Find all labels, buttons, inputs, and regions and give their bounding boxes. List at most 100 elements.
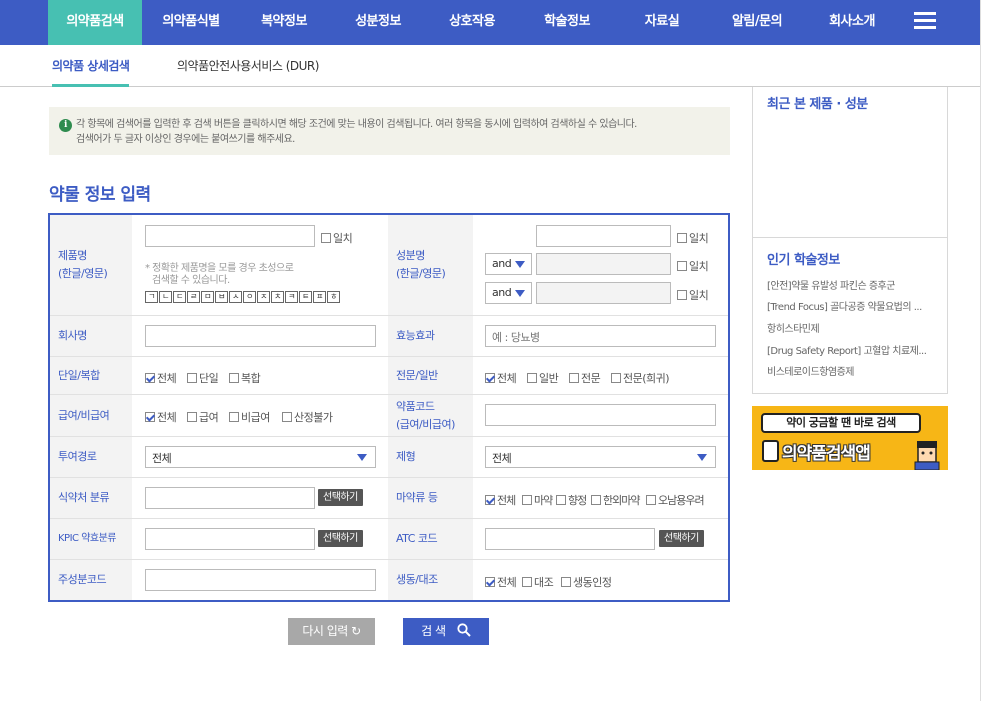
consonant-key[interactable]: ㅁ — [201, 291, 214, 303]
app-banner[interactable]: 약이 궁금할 땐 바로 검색 의약품검색앱 — [752, 406, 948, 470]
recent-title: 최근 본 제품 · 성분 — [767, 97, 868, 112]
mfds-class-label: 식약처 분류 — [50, 478, 132, 518]
popular-item[interactable]: [Trend Focus] 골다공증 약물요법의 ... — [767, 298, 922, 313]
narcotic-all-checkbox[interactable]: 전체 — [485, 492, 516, 508]
ingredient-operator-select-1[interactable]: and — [485, 253, 532, 275]
hamburger-menu-icon[interactable] — [914, 12, 936, 30]
coverage-covered-checkbox[interactable]: 급여 — [187, 409, 219, 425]
subnav-item-dur[interactable]: 의약품안전사용서비스 (DUR) — [177, 45, 319, 87]
chevron-down-icon — [515, 261, 525, 268]
drug-code-input[interactable] — [485, 404, 716, 426]
coverage-label: 급여/비급여 — [50, 395, 132, 436]
efficacy-input[interactable]: 예 : 당뇨병 — [485, 325, 716, 347]
consonant-key[interactable]: ㅅ — [229, 291, 242, 303]
consonant-key[interactable]: ㅊ — [271, 291, 284, 303]
form-row-kpic: KPIC 약효분류 선택하기 ATC 코드 선택하기 — [50, 519, 728, 560]
scrollbar[interactable] — [980, 0, 993, 701]
nav-item-drug-id[interactable]: 의약품식별 — [144, 0, 238, 45]
nav-item-drug-search[interactable]: 의약품검색 — [48, 0, 142, 45]
form-row-coverage: 급여/비급여 전체 급여 비급여 산정불가 약품코드 (급여/비급여) — [50, 395, 728, 437]
single-combo-label: 단일/복합 — [50, 357, 132, 394]
nav-item-ingredient-info[interactable]: 성분정보 — [331, 0, 425, 45]
bioequiv-label: 생동/대조 — [388, 560, 473, 600]
route-select[interactable]: 전체 — [145, 446, 376, 468]
form-row-single-combo: 단일/복합 전체 단일 복합 전문/일반 전체 일반 전문 전문(희귀) — [50, 357, 728, 395]
narcotic-exempt-checkbox[interactable]: 한외마약 — [591, 492, 640, 508]
consonant-key[interactable]: ㅎ — [327, 291, 340, 303]
coverage-all-checkbox[interactable]: 전체 — [145, 409, 177, 425]
ingredient-code-label: 주성분코드 — [50, 560, 132, 600]
prescription-otc-checkbox[interactable]: 일반 — [527, 370, 559, 386]
consonant-key[interactable]: ㄱ — [145, 291, 158, 303]
ingredient-input-3[interactable] — [536, 282, 671, 304]
sidebar: 최근 본 제품 · 성분 인기 학술정보 [안전]약물 유발성 파킨슨 증후군 … — [752, 87, 948, 394]
dosage-form-select[interactable]: 전체 — [485, 446, 716, 468]
consonant-key[interactable]: ㅍ — [313, 291, 326, 303]
route-label: 투여경로 — [50, 437, 132, 477]
coverage-noncovered-checkbox[interactable]: 비급여 — [229, 409, 270, 425]
ingredient-code-input[interactable] — [145, 569, 376, 591]
bioequiv-approved-checkbox[interactable]: 생동인정 — [561, 574, 612, 590]
nav-item-notice[interactable]: 알림/문의 — [710, 0, 804, 45]
consonant-key[interactable]: ㅌ — [299, 291, 312, 303]
consonant-key[interactable]: ㅂ — [215, 291, 228, 303]
single-combo-single-checkbox[interactable]: 단일 — [187, 370, 219, 386]
ingredient-exact-checkbox-2[interactable]: 일치 — [677, 258, 709, 274]
product-name-hint: * 정확한 제품명을 모를 경우 초성으로 검색할 수 있습니다. — [145, 263, 294, 286]
form-row-ingredient-code: 주성분코드 생동/대조 전체 대조 생동인정 — [50, 560, 728, 600]
nav-item-academic[interactable]: 학술정보 — [520, 0, 614, 45]
narcotic-narcotic-checkbox[interactable]: 마약 — [522, 492, 553, 508]
ingredient-input-1[interactable] — [536, 225, 671, 247]
chevron-down-icon — [515, 290, 525, 297]
consonant-key[interactable]: ㅈ — [257, 291, 270, 303]
kpic-class-input[interactable] — [145, 528, 315, 550]
search-icon — [457, 623, 471, 637]
popular-item[interactable]: [Drug Safety Report] 고혈압 치료제... — [767, 342, 927, 357]
ingredient-operator-select-2[interactable]: and — [485, 282, 532, 304]
prescription-rare-checkbox[interactable]: 전문(희귀) — [611, 370, 670, 386]
nav-item-medication-info[interactable]: 복약정보 — [237, 0, 331, 45]
bioequiv-reference-checkbox[interactable]: 대조 — [522, 574, 554, 590]
mfds-class-select-button[interactable]: 선택하기 — [318, 489, 363, 506]
bioequiv-all-checkbox[interactable]: 전체 — [485, 574, 517, 590]
consonant-key[interactable]: ㅇ — [243, 291, 256, 303]
consonant-key[interactable]: ㄹ — [187, 291, 200, 303]
narcotic-label: 마약류 등 — [388, 478, 473, 518]
consonant-key[interactable]: ㄷ — [173, 291, 186, 303]
info-box: i 각 항목에 검색어를 입력한 후 검색 버튼을 클릭하시면 해당 조건에 맞는… — [49, 107, 730, 155]
nav-item-resources[interactable]: 자료실 — [615, 0, 709, 45]
subnav-item-detail-search[interactable]: 의약품 상세검색 — [52, 45, 130, 87]
consonant-key[interactable]: ㄴ — [159, 291, 172, 303]
product-name-exact-checkbox[interactable]: 일치 — [321, 230, 353, 246]
popular-item[interactable]: 비스테로이드항염증제 — [767, 363, 855, 378]
popular-item[interactable]: 항히스타민제 — [767, 320, 820, 335]
single-combo-all-checkbox[interactable]: 전체 — [145, 370, 177, 386]
reset-button[interactable]: 다시 입력 ↻ — [288, 618, 375, 645]
product-name-input[interactable] — [145, 225, 315, 247]
search-button[interactable]: 검 색 — [403, 618, 489, 645]
kpic-class-select-button[interactable]: 선택하기 — [318, 530, 363, 547]
nav-item-company[interactable]: 회사소개 — [805, 0, 899, 45]
atc-select-button[interactable]: 선택하기 — [659, 530, 704, 547]
ingredient-exact-checkbox-3[interactable]: 일치 — [677, 287, 709, 303]
popular-item[interactable]: [안전]약물 유발성 파킨슨 증후군 — [767, 277, 895, 292]
prescription-all-checkbox[interactable]: 전체 — [485, 370, 517, 386]
atc-input[interactable] — [485, 528, 655, 550]
company-input[interactable] — [145, 325, 376, 347]
narcotic-misuse-checkbox[interactable]: 오남용우려 — [646, 492, 705, 508]
mfds-class-input[interactable] — [145, 487, 315, 509]
narcotic-psychotropic-checkbox[interactable]: 향정 — [556, 492, 587, 508]
single-combo-combo-checkbox[interactable]: 복합 — [229, 370, 261, 386]
ingredient-exact-checkbox-1[interactable]: 일치 — [677, 230, 709, 246]
form-row-mfds: 식약처 분류 선택하기 마약류 등 전체 마약 향정 한외마약 오남용우려 — [50, 478, 728, 519]
banner-bubble: 약이 궁금할 땐 바로 검색 — [761, 413, 921, 433]
coverage-na-checkbox[interactable]: 산정불가 — [282, 409, 333, 425]
drug-search-form: 제품명 (한글/영문) 일치 * 정확한 제품명을 모를 경우 초성으로 검색할 수… — [48, 213, 730, 602]
dosage-form-label: 제형 — [388, 437, 473, 477]
nav-item-interaction[interactable]: 상호작용 — [425, 0, 519, 45]
prescription-rx-checkbox[interactable]: 전문 — [569, 370, 601, 386]
consonant-key[interactable]: ㅋ — [285, 291, 298, 303]
sub-nav: 의약품 상세검색 의약품안전사용서비스 (DUR) — [0, 45, 993, 87]
ingredient-input-2[interactable] — [536, 253, 671, 275]
phone-app-icon — [762, 440, 779, 462]
